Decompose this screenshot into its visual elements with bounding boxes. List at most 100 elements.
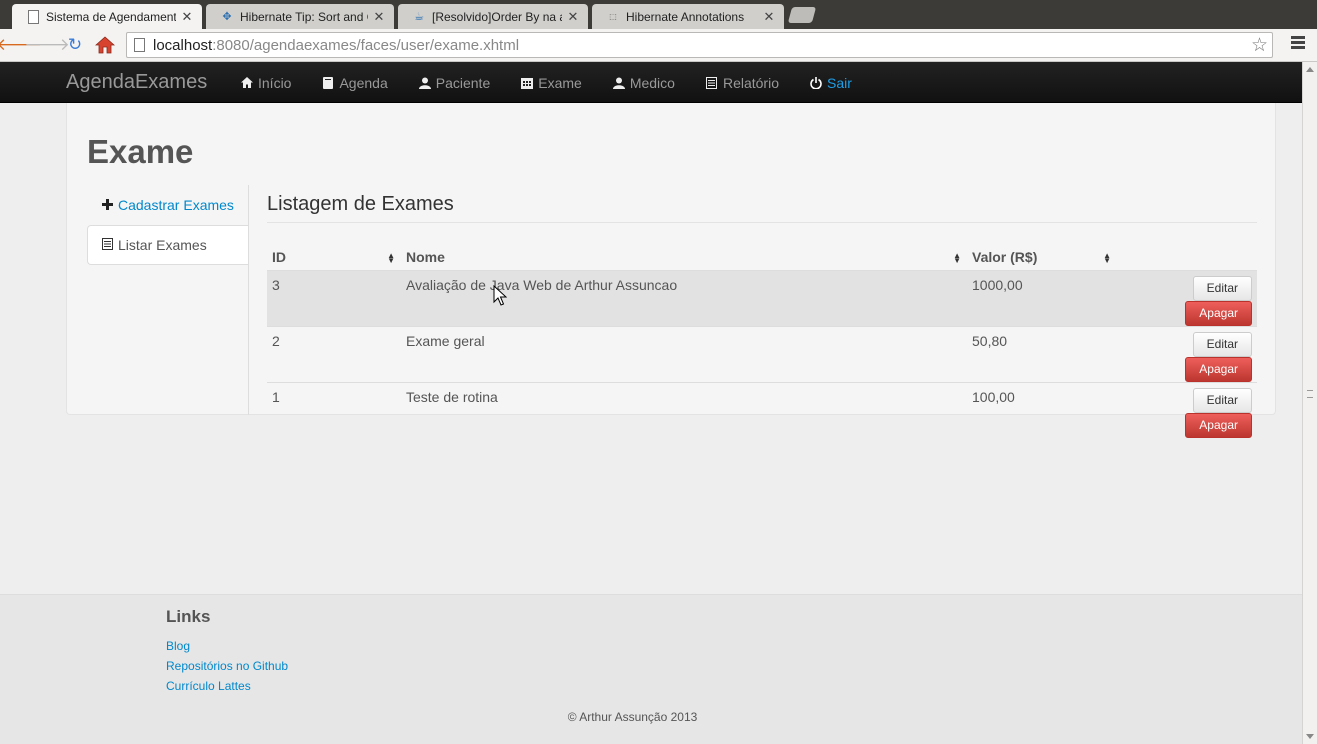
cell-valor: 100,00: [967, 381, 1117, 438]
scroll-down-icon[interactable]: [1306, 734, 1314, 739]
home-icon[interactable]: [94, 34, 116, 56]
edit-button[interactable]: Editar: [1192, 331, 1252, 357]
address-bar[interactable]: localhost:8080/agendaexames/faces/user/e…: [126, 32, 1273, 58]
reload-icon[interactable]: ↻: [64, 34, 86, 56]
cell-valor: 1000,00: [967, 269, 1117, 326]
brand[interactable]: AgendaExames: [66, 71, 207, 94]
home-icon: [241, 77, 253, 88]
cell-id: 2: [267, 325, 401, 382]
plus-icon: [100, 197, 114, 213]
table-row: 1 Teste de rotina 100,00 EditarApagar: [267, 381, 1257, 438]
delete-button[interactable]: Apagar: [1185, 300, 1252, 326]
tab-title: Hibernate Annotations: [626, 9, 745, 24]
footer: Links Blog Repositórios no Github Curríc…: [0, 594, 1302, 744]
browser-tab[interactable]: Sistema de Agendamento ✕: [12, 4, 202, 29]
section-title: Listagem de Exames: [267, 185, 1257, 223]
table-row: 3 Avaliação de Java Web de Arthur Assunc…: [267, 269, 1257, 326]
user-icon: [418, 77, 431, 89]
list-icon: [706, 76, 718, 89]
browser-tabstrip: Sistema de Agendamento ✕ ✥ Hibernate Tip…: [0, 0, 1317, 29]
cell-valor: 50,80: [967, 325, 1117, 382]
list-icon: [100, 237, 114, 253]
sidenav-cadastrar-exames[interactable]: Cadastrar Exames: [87, 185, 249, 225]
power-icon: [810, 76, 822, 89]
tab-title: Sistema de Agendamento: [46, 9, 176, 24]
vertical-scrollbar[interactable]: [1302, 62, 1317, 744]
footer-links: Blog Repositórios no Github Currículo La…: [166, 639, 288, 699]
top-navbar: AgendaExames Início Agenda Paciente Exam…: [0, 62, 1302, 103]
url-host: localhost: [153, 36, 213, 54]
edit-button[interactable]: Editar: [1192, 387, 1252, 413]
nav-medico[interactable]: Medico: [612, 74, 675, 91]
page-title: Exame: [87, 133, 194, 170]
copyright: © Arthur Assunção 2013: [567, 710, 698, 724]
calendar-icon: [521, 77, 534, 89]
delete-button[interactable]: Apagar: [1185, 356, 1252, 382]
column-header-valor[interactable]: Valor (R$) ▲ ▼: [967, 249, 1117, 270]
user-icon: [612, 77, 625, 89]
nav-exame[interactable]: Exame: [521, 75, 582, 91]
dots-icon: ✥: [222, 11, 232, 23]
nav-label: Agenda: [339, 74, 388, 91]
nav-label: Medico: [629, 74, 675, 91]
nav-inicio[interactable]: Início: [241, 75, 291, 91]
sort-icon[interactable]: ▲ ▼: [387, 252, 395, 265]
cell-actions: EditarApagar: [1117, 381, 1257, 438]
cell-nome: Avaliação de Java Web de Arthur Assuncao: [401, 269, 967, 326]
cell-id: 3: [267, 269, 401, 326]
footer-link-github[interactable]: Repositórios no Github: [166, 659, 288, 679]
browser-tab[interactable]: ☕ [Resolvido]Order By na ar ✕: [398, 4, 588, 29]
browser-tab[interactable]: ⬚ Hibernate Annotations ✕: [592, 4, 784, 29]
nav-label: Exame: [538, 74, 582, 91]
nav-label: Relatório: [722, 74, 779, 91]
mouse-cursor-icon: [493, 285, 507, 306]
delete-button[interactable]: Apagar: [1185, 412, 1252, 438]
sort-icon[interactable]: ▲ ▼: [953, 252, 961, 265]
footer-link-blog[interactable]: Blog: [166, 639, 288, 659]
sidenav-listar-exames[interactable]: Listar Exames: [87, 225, 249, 265]
cell-nome: Teste de rotina: [401, 381, 967, 438]
sort-icon[interactable]: ▲ ▼: [1103, 252, 1111, 265]
column-header-nome[interactable]: Nome ▲ ▼: [401, 249, 967, 270]
forward-icon[interactable]: 🡒: [24, 34, 70, 56]
content-area: Listagem de Exames ID ▲ ▼ Nome ▲ ▼ Valor…: [267, 185, 1257, 438]
coffee-icon: ☕: [414, 11, 424, 23]
page-icon: [26, 9, 40, 24]
column-header-actions: [1117, 249, 1257, 270]
close-icon[interactable]: ✕: [180, 9, 194, 25]
nav-links: Início Agenda Paciente Exame Medico Rela…: [241, 62, 852, 103]
footer-link-lattes[interactable]: Currículo Lattes: [166, 679, 288, 699]
edit-button[interactable]: Editar: [1192, 275, 1252, 301]
footer-heading: Links: [166, 607, 211, 626]
sidenav-label: Listar Exames: [118, 237, 207, 253]
side-nav: Cadastrar Exames Listar Exames: [87, 185, 249, 265]
cell-nome: Exame geral: [401, 325, 967, 382]
page: AgendaExames Início Agenda Paciente Exam…: [0, 62, 1302, 744]
close-icon[interactable]: ✕: [566, 9, 580, 25]
new-tab-button[interactable]: [787, 7, 817, 23]
url-path: :8080/agendaexames/faces/user/exame.xhtm…: [212, 36, 520, 54]
tab-title: [Resolvido]Order By na ar: [432, 9, 562, 24]
nav-sair[interactable]: Sair: [810, 75, 852, 91]
browser-toolbar: 🡐 🡒 ↻ localhost:8080/agendaexames/faces/…: [0, 29, 1317, 62]
menu-icon[interactable]: [1291, 36, 1305, 50]
nav-label: Início: [258, 74, 292, 91]
exames-table: ID ▲ ▼ Nome ▲ ▼ Valor (R$) ▲ ▼ 3 Avaliaç…: [267, 249, 1257, 438]
bookmark-star-icon[interactable]: ☆: [1251, 34, 1268, 57]
cell-id: 1: [267, 381, 401, 438]
close-icon[interactable]: ✕: [372, 9, 386, 25]
close-icon[interactable]: ✕: [762, 9, 776, 25]
scroll-grip[interactable]: [1307, 390, 1313, 398]
main-well: Exame Cadastrar Exames Listar Exames Lis…: [66, 103, 1276, 438]
browser-tab[interactable]: ✥ Hibernate Tip: Sort and O ✕: [206, 4, 394, 29]
nav-label: Paciente: [435, 74, 491, 91]
nav-paciente[interactable]: Paciente: [418, 74, 491, 91]
cell-actions: EditarApagar: [1117, 269, 1257, 326]
nav-relatorio[interactable]: Relatório: [706, 75, 779, 91]
table-header-row: ID ▲ ▼ Nome ▲ ▼ Valor (R$) ▲ ▼: [267, 249, 1257, 270]
column-header-id[interactable]: ID ▲ ▼: [267, 249, 401, 270]
table-row: 2 Exame geral 50,80 EditarApagar: [267, 325, 1257, 382]
nav-agenda[interactable]: Agenda: [322, 74, 388, 91]
nav-label: Sair: [826, 74, 852, 91]
scroll-up-icon[interactable]: [1306, 67, 1314, 72]
